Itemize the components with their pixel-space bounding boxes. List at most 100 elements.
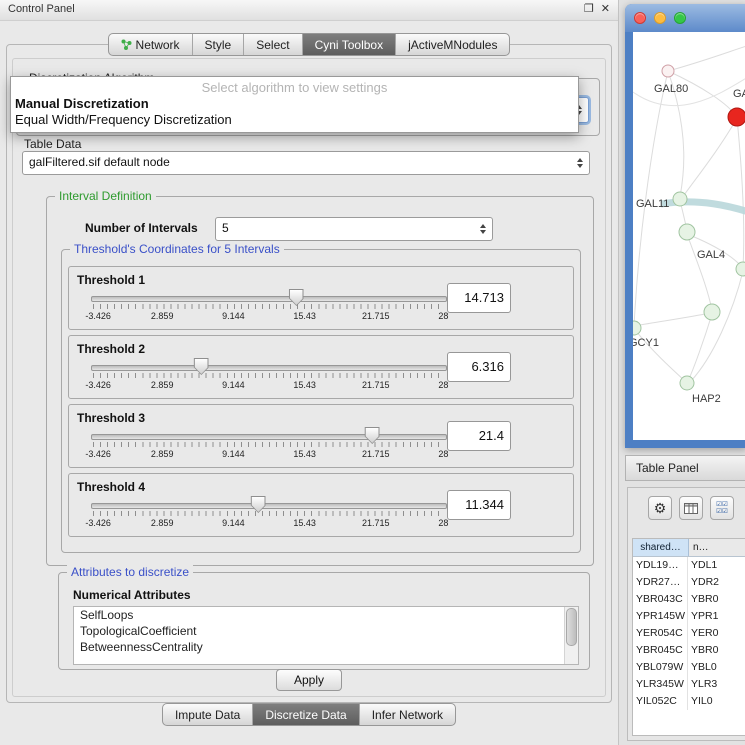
cell-name[interactable]: YPR1 — [688, 608, 745, 625]
cell-name[interactable]: YIL0 — [688, 693, 745, 710]
slider-track[interactable] — [91, 434, 447, 440]
cell-name[interactable]: YBL0 — [688, 659, 745, 676]
threshold-4-value-field[interactable]: 11.344 — [447, 490, 511, 520]
network-node[interactable] — [673, 192, 687, 206]
cell-shared-name[interactable]: YBL079W — [633, 659, 688, 676]
table-row[interactable]: YER054C YER0 — [633, 625, 745, 642]
scale-label: 15.43 — [293, 518, 316, 528]
list-item[interactable]: BetweennessCentrality — [74, 639, 578, 655]
cell-name[interactable]: YER0 — [688, 625, 745, 642]
network-node[interactable] — [679, 224, 695, 240]
cell-shared-name[interactable]: YBR045C — [633, 642, 688, 659]
tab[interactable]: Impute Data — [163, 704, 252, 725]
table-row[interactable]: YBR043C YBR0 — [633, 591, 745, 608]
scale-label: 2.859 — [151, 380, 174, 390]
dropdown-options: Manual Discretization Equal Width/Freque… — [11, 96, 578, 128]
cell-shared-name[interactable]: YIL052C — [633, 693, 688, 710]
numerical-attributes-list[interactable]: SelfLoopsTopologicalCoefficientBetweenne… — [73, 606, 579, 665]
cell-shared-name[interactable]: YLR345W — [633, 676, 688, 693]
table-data-combobox[interactable]: galFiltered.sif default node — [22, 151, 590, 175]
threshold-2-slider[interactable]: -3.4262.8599.14415.4321.71528 — [91, 358, 447, 394]
minimize-traffic-light-icon[interactable] — [654, 12, 666, 24]
tab[interactable]: Style — [192, 34, 244, 55]
columns-icon[interactable] — [679, 496, 703, 520]
network-node[interactable] — [680, 376, 694, 390]
cell-name[interactable]: YBR0 — [688, 591, 745, 608]
cell-shared-name[interactable]: YDR27… — [633, 574, 688, 591]
network-window-titlebar[interactable] — [625, 4, 745, 32]
dropdown-option[interactable]: Equal Width/Frequency Discretization — [11, 112, 578, 128]
cell-shared-name[interactable]: YPR145W — [633, 608, 688, 625]
cell-name[interactable]: YBR0 — [688, 642, 745, 659]
cell-shared-name[interactable]: YBR043C — [633, 591, 688, 608]
number-of-intervals-combobox[interactable]: 5 — [215, 217, 493, 241]
network-node[interactable] — [728, 108, 745, 126]
network-node-label[interactable]: GA — [733, 88, 745, 100]
cell-name[interactable]: YDL1 — [688, 557, 745, 574]
network-node-label[interactable]: HAP2 — [692, 393, 721, 405]
network-node[interactable] — [633, 321, 641, 335]
control-panel-titlebar: Control Panel ❐ ✕ — [0, 0, 618, 21]
network-node-label[interactable]: GAL80 — [654, 83, 688, 95]
dropdown-option[interactable]: Manual Discretization — [11, 96, 578, 112]
network-node-label[interactable]: GAL4 — [697, 249, 725, 261]
table-row[interactable]: YPR145W YPR1 — [633, 608, 745, 625]
network-node-label[interactable]: GAL11 — [636, 198, 669, 210]
network-node-label[interactable]: GCY1 — [633, 337, 659, 349]
slider-track[interactable] — [91, 365, 447, 371]
table-row[interactable]: YDL19… YDL1 — [633, 557, 745, 574]
cell-name[interactable]: YDR2 — [688, 574, 745, 591]
scale-label: 21.715 — [362, 380, 390, 390]
threshold-1-slider[interactable]: -3.4262.8599.14415.4321.71528 — [91, 289, 447, 325]
network-node[interactable] — [662, 65, 674, 77]
settings-gear-icon[interactable]: ⚙ — [648, 496, 672, 520]
network-node[interactable] — [704, 304, 720, 320]
slider-track[interactable] — [91, 503, 447, 509]
slider-track[interactable] — [91, 296, 447, 302]
select-columns-icon[interactable]: ☑☑ ☑☑ — [710, 496, 734, 520]
scale-label: 2.859 — [151, 518, 174, 528]
table-row[interactable]: YDR27… YDR2 — [633, 574, 745, 591]
column-header-shared-name[interactable]: shared… — [633, 539, 689, 556]
scale-label: 2.859 — [151, 449, 174, 459]
close-traffic-light-icon[interactable] — [634, 12, 646, 24]
slider-ticks — [93, 511, 445, 516]
list-item[interactable]: SelfLoops — [74, 607, 578, 623]
tab[interactable]: Network — [109, 34, 192, 55]
threshold-3-label: Threshold 3 — [77, 411, 145, 425]
tab[interactable]: jActiveMNodules — [395, 34, 509, 55]
scrollbar[interactable] — [564, 607, 578, 664]
network-node[interactable] — [736, 262, 745, 276]
cell-name[interactable]: YLR3 — [688, 676, 745, 693]
list-item[interactable]: TopologicalCoefficient — [74, 623, 578, 639]
threshold-3-slider[interactable]: -3.4262.8599.14415.4321.71528 — [91, 427, 447, 463]
column-header-name[interactable]: n… — [689, 539, 745, 556]
table-row[interactable]: YLR345W YLR3 — [633, 676, 745, 693]
tab[interactable]: Select — [243, 34, 301, 55]
tab[interactable]: Infer Network — [359, 704, 455, 725]
threshold-4-slider[interactable]: -3.4262.8599.14415.4321.71528 — [91, 496, 447, 532]
scrollbar-thumb[interactable] — [566, 608, 577, 646]
apply-button[interactable]: Apply — [276, 669, 342, 691]
table-row[interactable]: YIL052C YIL0 — [633, 693, 745, 710]
numerical-attributes-label: Numerical Attributes — [73, 588, 191, 602]
threshold-2-value-field[interactable]: 6.316 — [447, 352, 511, 382]
threshold-1-value-field[interactable]: 14.713 — [447, 283, 511, 313]
scale-label: 9.144 — [222, 518, 245, 528]
top-tabs: Network Style Select Cyni Toolbox — [108, 33, 511, 56]
table-rows: YDL19… YDL1 YDR27… YDR2 YBR043C YBR0 YPR… — [633, 557, 745, 710]
table-row[interactable]: YBR045C YBR0 — [633, 642, 745, 659]
network-canvas[interactable]: GAL80 GA GAL11 GAL4 GCY1 HAP2 — [633, 32, 745, 440]
tab[interactable]: Cyni Toolbox — [302, 34, 395, 55]
combobox-arrows-icon — [577, 158, 583, 168]
cell-shared-name[interactable]: YER054C — [633, 625, 688, 642]
cell-shared-name[interactable]: YDL19… — [633, 557, 688, 574]
zoom-traffic-light-icon[interactable] — [674, 12, 686, 24]
table-row[interactable]: YBL079W YBL0 — [633, 659, 745, 676]
float-window-icon[interactable]: ❐ — [584, 2, 594, 15]
threshold-3-value-field[interactable]: 21.4 — [447, 421, 511, 451]
threshold-1-panel: Threshold 1 -3.4262.8599.14415.4321.7152… — [68, 266, 574, 330]
close-icon[interactable]: ✕ — [601, 2, 610, 15]
tab[interactable]: Discretize Data — [252, 704, 358, 725]
attributes-to-discretize-group: Attributes to discretize Numerical Attri… — [58, 572, 590, 670]
